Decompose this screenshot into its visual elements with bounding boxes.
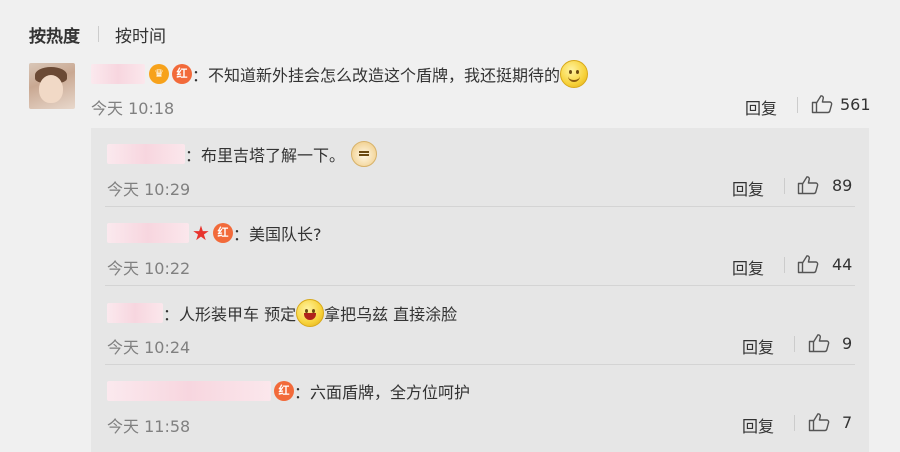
star-icon: ★ bbox=[192, 221, 210, 245]
like-count: 89 bbox=[832, 176, 853, 195]
reply-time: 今天 10:29 bbox=[107, 180, 191, 199]
like-count: 561 bbox=[840, 95, 871, 114]
reply-button[interactable]: 回复 bbox=[742, 334, 774, 358]
comment-text: ：不知道新外挂会怎么改造这个盾牌，我还挺期待的 bbox=[192, 66, 561, 85]
reply-text-part-a: ：人形装甲车 预定 bbox=[163, 305, 297, 324]
username-blurred[interactable] bbox=[107, 303, 163, 323]
sort-divider bbox=[98, 26, 99, 42]
reply-button[interactable]: 回复 bbox=[742, 413, 774, 437]
reply-body: ：布里吉塔了解一下。 bbox=[107, 141, 378, 167]
doge-emoji-icon bbox=[351, 141, 378, 167]
laugh-emoji-icon bbox=[296, 299, 325, 327]
reply-text: ：六面盾牌，全方位呵护 bbox=[294, 383, 471, 402]
thumbs-up-icon[interactable] bbox=[808, 333, 830, 353]
meta-divider bbox=[784, 257, 785, 273]
sort-by-time-tab[interactable]: 按时间 bbox=[115, 22, 166, 47]
thumbs-up-icon[interactable] bbox=[808, 412, 830, 432]
like-count: 9 bbox=[842, 334, 853, 353]
like-count: 7 bbox=[842, 413, 853, 432]
main-comment-body: ♛ 红 ：不知道新外挂会怎么改造这个盾牌，我还挺期待的 bbox=[91, 60, 589, 88]
reply-text: ：布里吉塔了解一下。 bbox=[185, 146, 346, 165]
username-blurred[interactable] bbox=[107, 144, 185, 164]
reply-body: 红 ：六面盾牌，全方位呵护 bbox=[107, 379, 470, 403]
reply-separator bbox=[105, 285, 855, 286]
crown-badge-icon: ♛ bbox=[149, 64, 169, 84]
meta-divider bbox=[794, 415, 795, 431]
username-blurred[interactable] bbox=[91, 64, 145, 84]
sort-by-heat-tab[interactable]: 按热度 bbox=[29, 22, 80, 47]
thumbs-up-icon[interactable] bbox=[811, 94, 833, 114]
reply-text: ：美国队长? bbox=[232, 225, 322, 244]
reply-button[interactable]: 回复 bbox=[732, 176, 764, 200]
avatar[interactable] bbox=[29, 63, 75, 109]
reply-time: 今天 10:24 bbox=[107, 338, 191, 357]
meta-divider bbox=[794, 336, 795, 352]
reply-separator bbox=[105, 206, 855, 207]
reply-body: ★ 红 ：美国队长? bbox=[107, 221, 321, 245]
meta-divider bbox=[797, 97, 798, 113]
meta-divider bbox=[784, 178, 785, 194]
smile-emoji-icon bbox=[560, 60, 589, 88]
like-count: 44 bbox=[832, 255, 853, 274]
reply-button[interactable]: 回复 bbox=[732, 255, 764, 279]
reply-time: 今天 10:22 bbox=[107, 259, 191, 278]
red-badge-icon: 红 bbox=[274, 381, 294, 401]
reply-button[interactable]: 回复 bbox=[745, 95, 777, 119]
thumbs-up-icon[interactable] bbox=[797, 175, 819, 195]
sort-bar: 按热度 按时间 bbox=[29, 22, 166, 47]
username-blurred[interactable] bbox=[107, 381, 271, 401]
red-badge-icon: 红 bbox=[212, 223, 233, 243]
reply-text-part-b: 拿把乌兹 直接涂脸 bbox=[324, 305, 458, 324]
reply-separator bbox=[105, 364, 855, 365]
reply-body: ：人形装甲车 预定 拿把乌兹 直接涂脸 bbox=[107, 299, 458, 327]
username-blurred[interactable] bbox=[107, 223, 189, 243]
red-badge-icon: 红 bbox=[172, 64, 192, 84]
comment-time: 今天 10:18 bbox=[91, 99, 175, 118]
reply-time: 今天 11:58 bbox=[107, 417, 191, 436]
thumbs-up-icon[interactable] bbox=[797, 254, 819, 274]
